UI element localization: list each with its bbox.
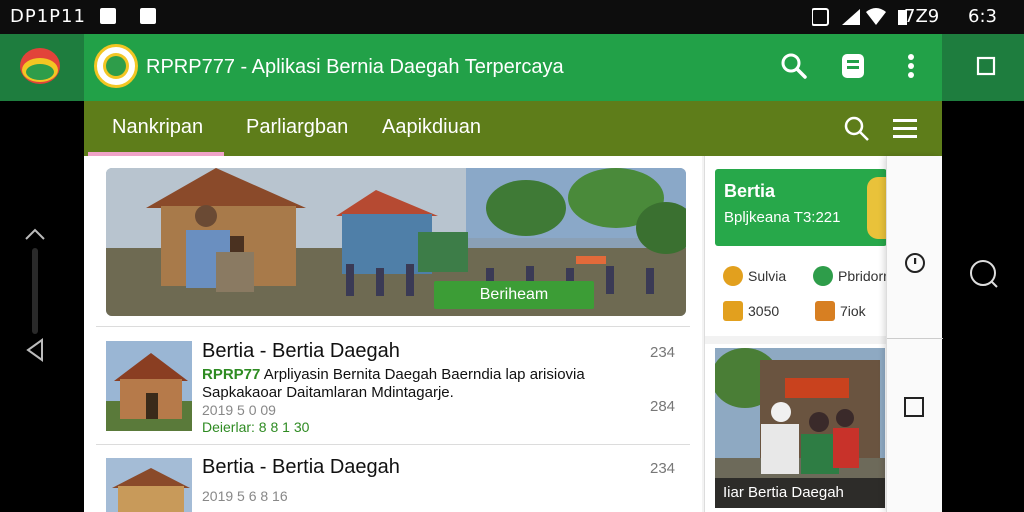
app-header: RPRP777 - Aplikasi Bernia Daegah Terperc… [84,34,942,101]
status-bar-clock: 6:3 [968,6,997,27]
camera-notification-icon [140,8,156,24]
side-photo-caption: Iiar Bertia Daegah [715,478,885,508]
system-status-icons [812,8,907,26]
content-area: Beriheam Bertia - Bertia Daegah RPRP77 A… [84,156,943,512]
folder-icon [815,301,835,321]
stat-item[interactable]: 3050 [723,301,779,321]
side-panel: Bertia Bpljkeana T3:221 Sulvia Pbridorn … [704,156,891,512]
stat-item[interactable]: Sulvia [723,266,786,286]
back-icon[interactable] [24,338,46,362]
chevron-up-icon[interactable] [24,226,46,242]
news-title[interactable]: Bertia - Bertia Daegah [202,340,400,363]
leaf-icon [813,266,833,286]
news-summary-line2: Sapkakaoar Daitamlaran Mdintagarje. [202,384,454,401]
news-summary-highlight: RPRP77 [202,366,261,383]
info-icon[interactable] [903,251,927,275]
checkbox-square-icon[interactable] [903,396,925,418]
divider [96,326,690,327]
tab-app[interactable]: Aapikdiuan [382,116,481,139]
tab-home[interactable]: Nankripan [112,116,203,139]
news-source: Deierlar: 8 8 1 30 [202,419,310,435]
view-count: 234 [650,344,676,361]
image-notification-icon [100,8,116,24]
flag-logo-icon [20,48,60,84]
tab-category[interactable]: Parliargban [246,116,348,139]
app-title: RPRP777 - Aplikasi Bernia Daegah Terperc… [146,56,564,78]
news-summary-text: Arpliyasin Bernita Daegah Baerndia lap a… [260,366,585,383]
news-feed: Beriheam Bertia - Bertia Daegah RPRP77 A… [84,156,702,512]
stat-item[interactable]: Pbridorn [813,266,891,286]
coin-icon [723,266,743,286]
app-logo [94,44,138,88]
divider [96,444,690,445]
nav-bar: Nankripan Parliargban Aapikdiuan [84,101,942,156]
news-date: 2019 5 6 8 16 [202,488,288,504]
right-rail-header [942,34,1024,101]
hero-action-button[interactable]: Beriheam [434,281,594,309]
news-title[interactable]: Bertia - Bertia Daegah [202,456,400,479]
news-summary: RPRP77 Arpliyasin Bernita Daegah Baerndi… [202,366,585,383]
screen: { "status_bar": { "left_text": "DP1P11",… [0,0,1024,512]
left-rail-header [0,34,84,101]
stat-label: 3050 [748,303,780,319]
hero-image [106,168,686,316]
side-photo-card[interactable]: Iiar Bertia Daegah [715,348,885,508]
comment-count: 284 [650,398,676,415]
stat-label: Pbridorn [838,268,891,284]
news-thumbnail [106,458,192,512]
view-count: 234 [650,460,676,477]
right-rail [942,34,1024,512]
square-icon[interactable] [976,56,996,76]
more-vert-icon[interactable] [904,52,918,80]
feature-card[interactable]: Bertia Bpljkeana T3:221 [715,169,889,246]
status-bar-time: 7Z9 [904,6,940,27]
stat-label: Sulvia [748,268,787,284]
home-circle-icon[interactable] [968,258,1000,290]
floating-panel [886,156,943,512]
wifi-icon [866,8,886,25]
save-card-icon[interactable] [840,52,866,80]
scroll-track[interactable] [32,248,38,334]
feature-subtitle: Bpljkeana T3:221 [724,209,841,226]
hero-banner[interactable]: Beriheam [106,168,686,316]
status-bar-carrier: DP1P11 [10,6,86,27]
divider [705,336,887,344]
nav-search-icon[interactable] [844,116,870,142]
feature-title: Bertia [724,181,776,201]
news-thumbnail [106,341,192,431]
divider [887,338,943,339]
news-date: 2019 5 0 09 [202,402,276,418]
signal-icon [842,9,860,25]
left-rail [0,34,84,512]
stat-item[interactable]: 7iok [815,301,866,321]
box-icon [723,301,743,321]
hamburger-menu-icon[interactable] [892,118,918,140]
search-icon[interactable] [780,52,808,80]
stat-label: 7iok [840,303,866,319]
status-bar: DP1P11 7Z9 6:3 [0,0,1024,34]
vibrate-icon [812,8,829,26]
